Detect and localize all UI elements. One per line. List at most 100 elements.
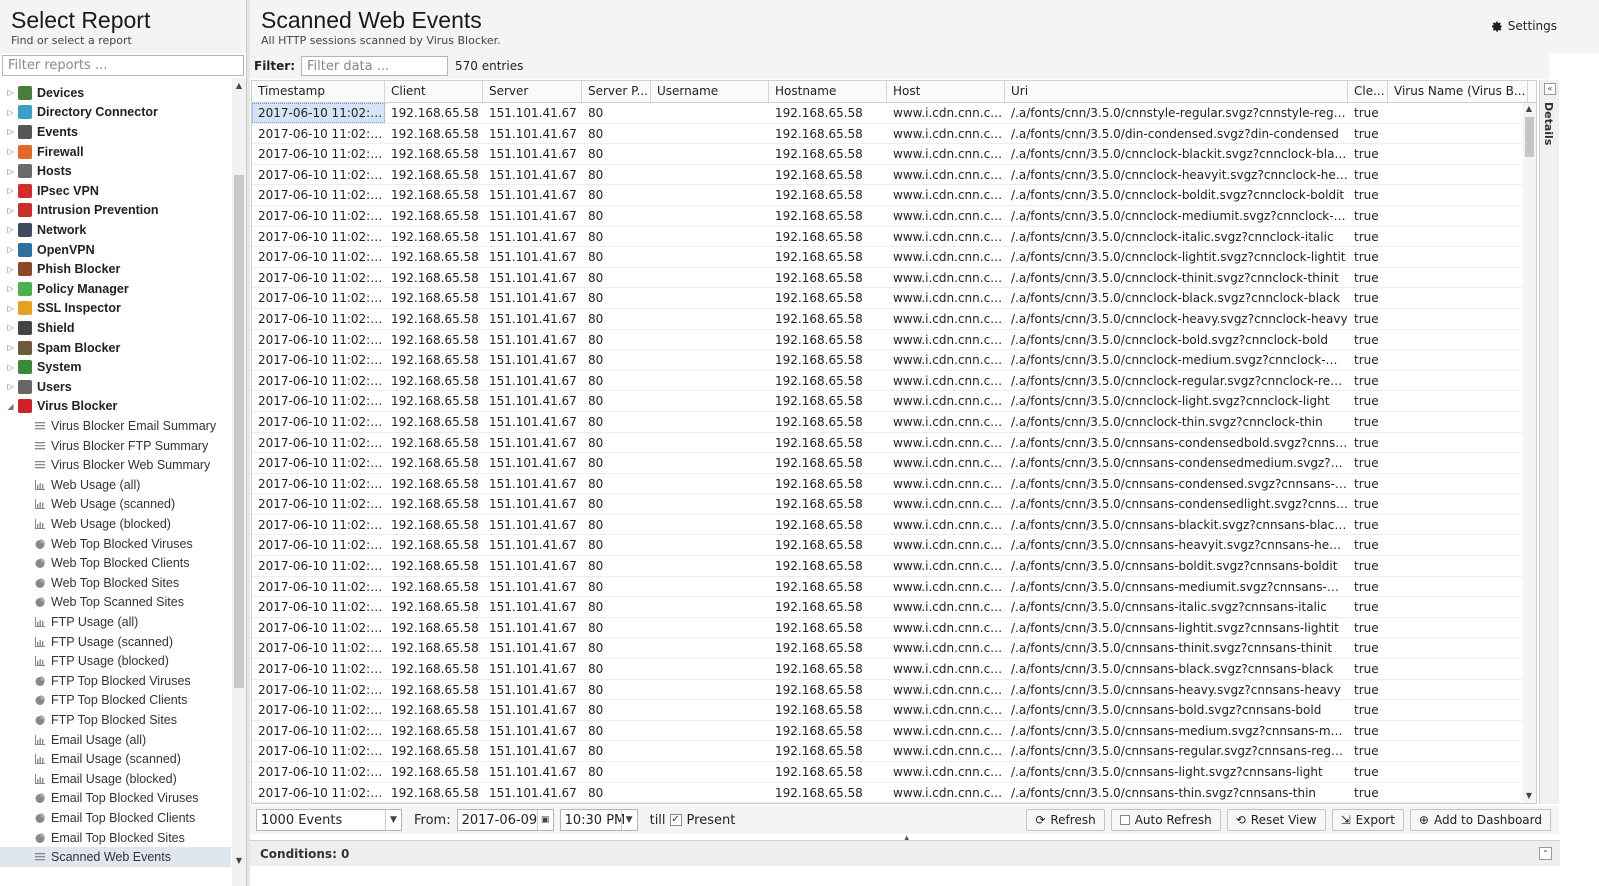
collapsed-arrow-icon[interactable]: ▷	[6, 284, 15, 293]
table-row[interactable]: 2017-06-10 11:02:5... 192.168.65.58 151.10…	[252, 309, 1522, 330]
settings-button[interactable]: Settings	[1491, 19, 1557, 33]
filter-reports-input[interactable]	[2, 55, 244, 76]
tree-report-item[interactable]: Virus Blocker Web Summary	[0, 455, 231, 475]
table-row[interactable]: 2017-06-10 11:02:4... 192.168.65.58 151.10…	[252, 741, 1522, 762]
table-row[interactable]: 2017-06-10 11:02:4... 192.168.65.58 151.10…	[252, 659, 1522, 680]
expand-details-icon[interactable]: «	[1544, 83, 1556, 95]
collapsed-arrow-icon[interactable]: ▷	[6, 265, 15, 274]
column-header[interactable]: Timestamp	[252, 81, 385, 103]
table-row[interactable]: 2017-06-10 11:02:5... 192.168.65.58 151.10…	[252, 412, 1522, 433]
table-row[interactable]: 2017-06-10 11:02:5... 192.168.65.58 151.10…	[252, 433, 1522, 454]
expanded-arrow-icon[interactable]: ◢	[6, 402, 15, 411]
tree-category[interactable]: ▷ Network	[0, 220, 231, 240]
tree-report-item[interactable]: FTP Usage (blocked)	[0, 651, 231, 671]
tree-category[interactable]: ▷ IPsec VPN	[0, 181, 231, 201]
tree-category[interactable]: ▷ Phish Blocker	[0, 259, 231, 279]
from-date-field[interactable]: 2017-06-09 ▣	[456, 809, 554, 831]
grid-scrollbar[interactable]: ▲ ▼	[1523, 103, 1536, 803]
column-header[interactable]: Cle...	[1348, 81, 1388, 103]
tree-report-item[interactable]: Email Top Blocked Viruses	[0, 789, 231, 809]
export-button[interactable]: ⇲ Export	[1331, 809, 1404, 831]
scroll-up-icon[interactable]: ▲	[235, 81, 243, 90]
reset-view-button[interactable]: ⟲ Reset View	[1226, 809, 1326, 831]
column-header[interactable]: Client	[385, 81, 483, 103]
tree-category[interactable]: ▷ SSL Inspector	[0, 299, 231, 319]
table-row[interactable]: 2017-06-10 11:02:5... 192.168.65.58 151.10…	[252, 185, 1522, 206]
table-row[interactable]: 2017-06-10 11:02:5... 192.168.65.58 151.10…	[252, 371, 1522, 392]
tree-report-item[interactable]: Web Usage (all)	[0, 475, 231, 495]
column-header[interactable]: Uri	[1005, 81, 1348, 103]
table-row[interactable]: 2017-06-10 11:02:4... 192.168.65.58 151.10…	[252, 474, 1522, 495]
tree-category[interactable]: ▷ Events	[0, 122, 231, 142]
table-row[interactable]: 2017-06-10 11:02:4... 192.168.65.58 151.10…	[252, 618, 1522, 639]
column-header[interactable]: Server P...	[582, 81, 651, 103]
table-row[interactable]: 2017-06-10 11:02:4... 192.168.65.58 151.10…	[252, 597, 1522, 618]
table-row[interactable]: 2017-06-10 11:02:4... 192.168.65.58 151.10…	[252, 535, 1522, 557]
table-row[interactable]: 2017-06-10 11:02:5... 192.168.65.58 151.10…	[252, 103, 1522, 124]
add-to-dashboard-button[interactable]: ⊕ Add to Dashboard	[1409, 809, 1551, 831]
tree-category[interactable]: ▷ Spam Blocker	[0, 338, 231, 358]
chevron-down-icon[interactable]: ▼	[385, 810, 401, 830]
table-row[interactable]: 2017-06-10 11:02:4... 192.168.65.58 151.10…	[252, 515, 1522, 536]
tree-report-item[interactable]: FTP Usage (scanned)	[0, 632, 231, 652]
tree-report-item[interactable]: Web Usage (blocked)	[0, 514, 231, 534]
table-row[interactable]: 2017-06-10 11:02:5... 192.168.65.58 151.10…	[252, 165, 1522, 186]
table-row[interactable]: 2017-06-10 11:02:5... 192.168.65.58 151.10…	[252, 268, 1522, 289]
tree-category[interactable]: ▷ Policy Manager	[0, 279, 231, 299]
table-row[interactable]: 2017-06-10 11:02:5... 192.168.65.58 151.10…	[252, 330, 1522, 351]
tree-category[interactable]: ▷ Intrusion Prevention	[0, 201, 231, 221]
tree-report-item[interactable]: FTP Top Blocked Viruses	[0, 671, 231, 691]
calendar-icon[interactable]: ▣	[536, 810, 553, 830]
scroll-down-icon[interactable]: ▼	[235, 856, 243, 865]
details-side-panel[interactable]: « Details	[1539, 80, 1559, 804]
tree-category[interactable]: ▷ OpenVPN	[0, 240, 231, 260]
table-row[interactable]: 2017-06-10 11:02:5... 192.168.65.58 151.10…	[252, 144, 1522, 165]
tree-category[interactable]: ▷ Devices	[0, 83, 231, 103]
table-row[interactable]: 2017-06-10 11:02:4... 192.168.65.58 151.10…	[252, 638, 1522, 660]
tree-report-item[interactable]: Web Top Blocked Viruses	[0, 534, 231, 554]
table-row[interactable]: 2017-06-10 11:02:5... 192.168.65.58 151.10…	[252, 350, 1522, 371]
tree-category[interactable]: ◢ Virus Blocker	[0, 397, 231, 417]
chevron-down-icon[interactable]: ▼	[620, 810, 637, 830]
column-header[interactable]: Host	[887, 81, 1005, 103]
table-row[interactable]: 2017-06-10 11:02:5... 192.168.65.58 151.10…	[252, 391, 1522, 412]
expand-conditions-icon[interactable]: ⌃	[1539, 847, 1552, 860]
from-time-field[interactable]: 10:30 PM ▼	[559, 809, 638, 831]
table-row[interactable]: 2017-06-10 11:02:4... 192.168.65.58 151.10…	[252, 721, 1522, 742]
collapsed-arrow-icon[interactable]: ▷	[6, 147, 15, 156]
tree-category[interactable]: ▷ Shield	[0, 318, 231, 338]
tree-report-item[interactable]: Email Usage (all)	[0, 730, 231, 750]
grid-scroll-thumb[interactable]	[1525, 117, 1534, 157]
table-row[interactable]: 2017-06-10 11:02:5... 192.168.65.58 151.10…	[252, 124, 1522, 145]
collapsed-arrow-icon[interactable]: ▷	[6, 108, 15, 117]
report-tree-scrollbar[interactable]: ▲ ▼	[232, 78, 246, 886]
table-row[interactable]: 2017-06-10 11:02:4... 192.168.65.58 151.10…	[252, 680, 1522, 701]
present-checkbox[interactable]: ✓	[669, 814, 682, 826]
table-row[interactable]: 2017-06-10 11:02:4... 192.168.65.58 151.10…	[252, 577, 1522, 598]
refresh-button[interactable]: ⟳ Refresh	[1026, 809, 1105, 831]
tree-category[interactable]: ▷ System	[0, 357, 231, 377]
tree-report-item[interactable]: Web Usage (scanned)	[0, 495, 231, 515]
collapsed-arrow-icon[interactable]: ▷	[6, 382, 15, 391]
tree-category[interactable]: ▷ Firewall	[0, 142, 231, 162]
tree-report-item[interactable]: FTP Top Blocked Sites	[0, 710, 231, 730]
table-row[interactable]: 2017-06-10 11:02:5... 192.168.65.58 151.10…	[252, 247, 1522, 268]
table-row[interactable]: 2017-06-10 11:02:4... 192.168.65.58 151.10…	[252, 494, 1522, 515]
grid-scroll-up-icon[interactable]: ▲	[1525, 104, 1533, 113]
auto-refresh-button[interactable]: Auto Refresh	[1110, 809, 1221, 831]
tree-category[interactable]: ▷ Users	[0, 377, 231, 397]
tree-report-item[interactable]: Virus Blocker FTP Summary	[0, 436, 231, 456]
tree-report-item[interactable]: Email Top Blocked Sites	[0, 828, 231, 848]
tree-report-item[interactable]: Email Usage (blocked)	[0, 769, 231, 789]
column-header[interactable]: Hostname	[769, 81, 887, 103]
filter-data-input[interactable]	[301, 56, 449, 76]
column-header[interactable]: Server	[483, 81, 582, 103]
tree-report-item[interactable]: FTP Usage (all)	[0, 612, 231, 632]
tree-report-item[interactable]: Web Top Scanned Sites	[0, 593, 231, 613]
table-row[interactable]: 2017-06-10 11:02:5... 192.168.65.58 151.10…	[252, 227, 1522, 248]
collapsed-arrow-icon[interactable]: ▷	[6, 323, 15, 332]
collapsed-arrow-icon[interactable]: ▷	[6, 363, 15, 372]
collapsed-arrow-icon[interactable]: ▷	[6, 88, 15, 97]
table-row[interactable]: 2017-06-10 11:02:4... 192.168.65.58 151.10…	[252, 700, 1522, 721]
table-row[interactable]: 2017-06-10 11:02:4... 192.168.65.58 151.10…	[252, 556, 1522, 577]
